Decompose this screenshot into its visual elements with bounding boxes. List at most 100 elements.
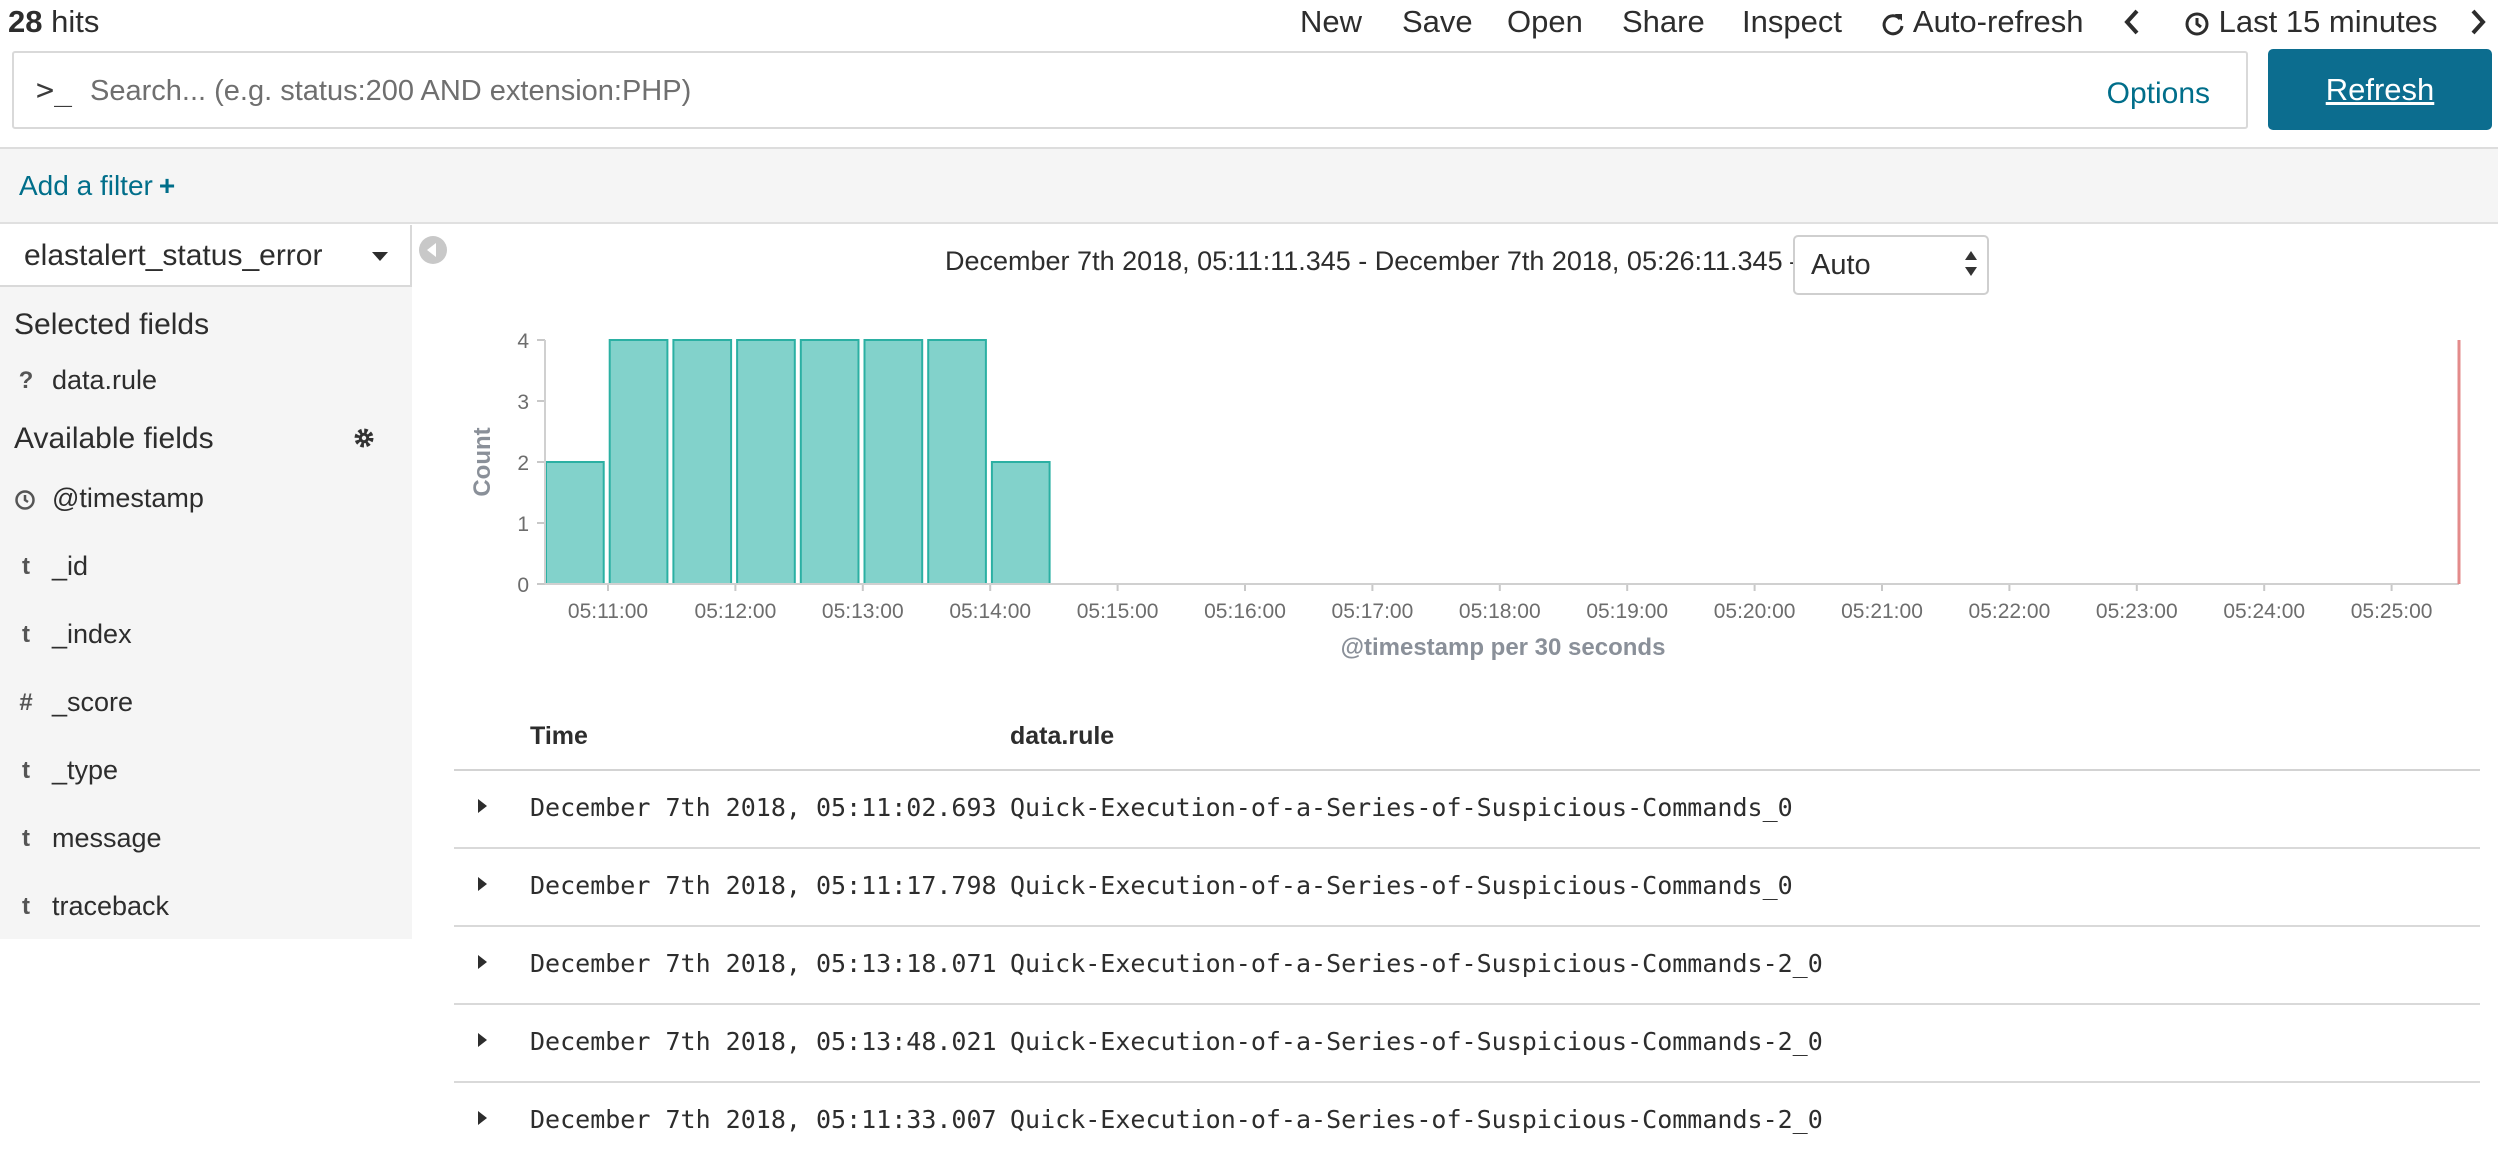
- histogram-bar[interactable]: [736, 339, 796, 585]
- table-row[interactable]: December 7th 2018, 05:13:48.021 Quick-Ex…: [454, 1005, 2480, 1083]
- histogram-bar[interactable]: [927, 339, 987, 585]
- text-type-icon: t: [22, 553, 30, 580]
- y-tick-label: 1: [517, 513, 529, 536]
- query-prompt-icon: >_: [36, 73, 73, 108]
- cell-time: December 7th 2018, 05:11:33.007: [530, 1105, 997, 1134]
- cell-time: December 7th 2018, 05:13:18.071: [530, 949, 997, 978]
- histogram-bar[interactable]: [672, 339, 733, 585]
- add-filter-label: Add a filter: [19, 170, 153, 201]
- collapse-sidebar-icon[interactable]: [419, 236, 447, 264]
- search-input[interactable]: [90, 67, 2090, 115]
- field-item-id[interactable]: t _id: [0, 549, 412, 589]
- expand-row-icon[interactable]: [478, 1111, 487, 1125]
- cell-data-rule: Quick-Execution-of-a-Series-of-Suspiciou…: [1010, 1105, 1823, 1134]
- new-button[interactable]: New: [1300, 4, 1362, 40]
- top-nav: 28 hits New Save Open Share Inspect Auto…: [0, 0, 2498, 46]
- x-tick-label: 05:24:00: [2223, 600, 2305, 623]
- inspect-button[interactable]: Inspect: [1742, 4, 1842, 40]
- caret-down-icon: [372, 252, 388, 261]
- auto-refresh-label: Auto-refresh: [1912, 4, 2084, 39]
- y-tick-label: 3: [517, 391, 529, 414]
- share-button[interactable]: Share: [1622, 4, 1705, 40]
- cell-data-rule: Quick-Execution-of-a-Series-of-Suspiciou…: [1010, 1027, 1823, 1056]
- expand-row-icon[interactable]: [478, 877, 487, 891]
- x-tick-label: 05:18:00: [1459, 600, 1541, 623]
- histogram-bar[interactable]: [863, 339, 924, 585]
- histogram-bar[interactable]: [990, 461, 1051, 585]
- histogram-bar[interactable]: [608, 339, 669, 585]
- x-tick-label: 05:23:00: [2096, 600, 2178, 623]
- cell-data-rule: Quick-Execution-of-a-Series-of-Suspiciou…: [1010, 793, 1793, 822]
- table-row[interactable]: December 7th 2018, 05:11:02.693 Quick-Ex…: [454, 771, 2480, 849]
- field-item-traceback[interactable]: t traceback: [0, 889, 412, 929]
- caret-up-icon: [1965, 251, 1977, 260]
- y-axis-title: Count: [469, 427, 496, 496]
- histogram-bar[interactable]: [799, 339, 860, 585]
- y-tick-label: 2: [517, 452, 529, 475]
- field-item-data-rule[interactable]: ? data.rule: [0, 363, 412, 403]
- x-tick-label: 05:19:00: [1586, 600, 1668, 623]
- gear-icon[interactable]: [352, 426, 376, 450]
- histogram-bar[interactable]: [545, 461, 605, 585]
- number-type-icon: #: [19, 689, 33, 716]
- cell-time: December 7th 2018, 05:11:02.693: [530, 793, 997, 822]
- text-type-icon: t: [22, 825, 30, 852]
- time-picker-button[interactable]: Last 15 minutes: [2184, 4, 2437, 40]
- column-header-data-rule[interactable]: data.rule: [1010, 722, 1114, 751]
- expand-row-icon[interactable]: [478, 1033, 487, 1047]
- unknown-type-icon: ?: [18, 367, 34, 394]
- refresh-button[interactable]: Refresh: [2268, 49, 2492, 130]
- field-item-index[interactable]: t _index: [0, 617, 412, 657]
- column-header-time[interactable]: Time: [530, 722, 588, 751]
- x-tick-label: 05:14:00: [949, 600, 1031, 623]
- interval-select[interactable]: Auto: [1793, 235, 1989, 295]
- caret-down-icon: [1965, 267, 1977, 276]
- plus-icon: +: [158, 170, 176, 201]
- chevron-right-icon: [2471, 9, 2486, 35]
- x-tick-label: 05:16:00: [1204, 600, 1286, 623]
- field-item-type[interactable]: t _type: [0, 753, 412, 793]
- field-name: _index: [52, 619, 132, 649]
- cell-time: December 7th 2018, 05:13:48.021: [530, 1027, 997, 1056]
- auto-refresh-button[interactable]: Auto-refresh: [1880, 4, 2083, 40]
- field-name: traceback: [52, 891, 170, 921]
- field-name: _type: [52, 755, 119, 785]
- selected-fields-title: Selected fields: [14, 308, 210, 341]
- histogram-chart: 0 1 2 3 4 05:11:00 05:12:00 05:13:00 05:14:00 05…: [469, 330, 2461, 661]
- time-picker-label: Last 15 minutes: [2218, 4, 2438, 39]
- hits-count: 28 hits: [8, 4, 99, 40]
- available-fields-title: Available fields: [14, 422, 214, 455]
- field-item-score[interactable]: # _score: [0, 685, 412, 725]
- clock-type-icon: [15, 490, 35, 510]
- hits-label: hits: [51, 4, 100, 39]
- text-type-icon: t: [22, 893, 30, 920]
- field-name: data.rule: [52, 365, 158, 395]
- expand-row-icon[interactable]: [478, 799, 487, 813]
- field-item-timestamp[interactable]: @timestamp: [0, 481, 412, 521]
- time-back-button[interactable]: [2122, 8, 2142, 44]
- field-name: message: [52, 823, 162, 853]
- table-row[interactable]: December 7th 2018, 05:11:33.007 Quick-Ex…: [454, 1083, 2480, 1158]
- time-forward-button[interactable]: [2468, 8, 2488, 44]
- hits-number: 28: [8, 4, 43, 39]
- cell-data-rule: Quick-Execution-of-a-Series-of-Suspiciou…: [1010, 949, 1823, 978]
- histogram-time-range: December 7th 2018, 05:11:11.345 - Decemb…: [945, 246, 1818, 276]
- field-name: @timestamp: [52, 483, 204, 513]
- refresh-icon: [1882, 13, 1904, 36]
- open-button[interactable]: Open: [1507, 4, 1583, 40]
- x-tick-label: 05:11:00: [568, 600, 648, 623]
- clock-icon: [2185, 12, 2209, 36]
- table-row[interactable]: December 7th 2018, 05:13:18.071 Quick-Ex…: [454, 927, 2480, 1005]
- x-tick-label: 05:20:00: [1714, 600, 1796, 623]
- options-link[interactable]: Options: [2107, 77, 2210, 111]
- field-name: _id: [52, 551, 89, 581]
- expand-row-icon[interactable]: [478, 955, 487, 969]
- index-pattern-select[interactable]: elastalert_status_error: [0, 225, 412, 287]
- table-row[interactable]: December 7th 2018, 05:11:17.798 Quick-Ex…: [454, 849, 2480, 927]
- y-tick-label: 0: [517, 574, 529, 597]
- x-tick-label: 05:13:00: [822, 600, 904, 623]
- x-tick-label: 05:15:00: [1077, 600, 1159, 623]
- save-button[interactable]: Save: [1402, 4, 1473, 40]
- add-filter-button[interactable]: Add a filter +: [19, 170, 175, 202]
- field-item-message[interactable]: t message: [0, 821, 412, 861]
